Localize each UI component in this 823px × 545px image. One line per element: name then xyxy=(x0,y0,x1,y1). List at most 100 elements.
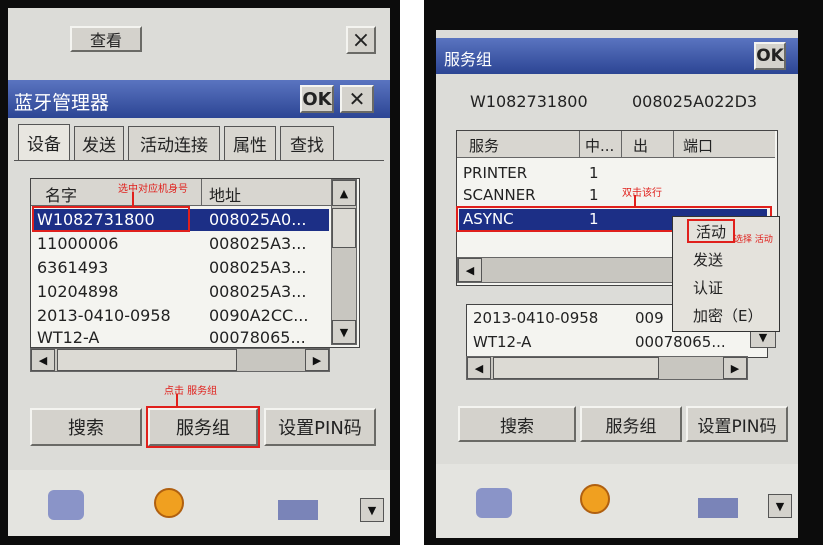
device-address: 00078065... xyxy=(209,328,306,347)
scroll-thumb[interactable] xyxy=(493,357,659,379)
menu-item-send[interactable]: 发送 xyxy=(693,249,723,270)
device-name: WT12-A xyxy=(473,333,532,351)
tab-send[interactable]: 发送 xyxy=(74,126,124,160)
arrow-left-icon: ◀ xyxy=(465,263,475,277)
arrow-down-icon: ▼ xyxy=(367,503,377,517)
app-icon[interactable] xyxy=(476,488,512,518)
column-divider xyxy=(579,131,580,157)
scroll-right-button[interactable]: ▶ xyxy=(305,349,329,371)
scroll-left-button[interactable]: ◀ xyxy=(467,357,491,379)
menu-item-encrypt[interactable]: 加密（E） xyxy=(693,305,762,326)
column-port: 端口 xyxy=(683,137,714,155)
column-name: 名字 xyxy=(45,186,78,205)
device-address: 0090A2CC... xyxy=(209,306,309,325)
column-service: 服务 xyxy=(469,137,500,155)
right-device-screen: 服务组 OK W1082731800 008025A022D3 服务 中... … xyxy=(436,30,798,538)
table-row[interactable]: PRINTER 1 xyxy=(459,163,759,185)
service-name: SCANNER xyxy=(463,186,536,204)
arrow-right-icon: ▶ xyxy=(730,361,740,375)
ok-button-label: OK xyxy=(756,46,784,66)
horizontal-scrollbar[interactable]: ◀ ▶ xyxy=(30,348,330,372)
service-group-highlight xyxy=(146,406,260,448)
search-button-label: 搜索 xyxy=(500,416,534,437)
menu-item-activate[interactable]: 活动 xyxy=(687,219,735,243)
horizontal-scrollbar[interactable]: ◀ ▶ xyxy=(466,356,748,380)
tab-properties[interactable]: 属性 xyxy=(224,126,276,160)
window-title: 蓝牙管理器 xyxy=(14,92,110,114)
left-device-screen: 查看 × 蓝牙管理器 OK ✕ 设备 发送 活动连接 属性 查找 名字 地址 W… xyxy=(8,8,390,536)
vertical-scrollbar[interactable]: ▲ ▼ xyxy=(331,179,357,345)
set-pin-button[interactable]: 设置PIN码 xyxy=(264,408,376,446)
double-click-annotation: 双击该行 xyxy=(622,188,662,199)
table-row[interactable]: SCANNER 1 xyxy=(459,185,759,207)
search-button[interactable]: 搜索 xyxy=(30,408,142,446)
column-divider xyxy=(621,131,622,157)
arrow-down-icon: ▼ xyxy=(339,325,349,339)
keyboard-icon[interactable] xyxy=(278,500,318,520)
device-name-label: W1082731800 xyxy=(470,92,588,111)
tab-label: 活动连接 xyxy=(140,136,208,156)
scroll-down-button[interactable]: ▼ xyxy=(768,494,792,518)
scroll-right-button[interactable]: ▶ xyxy=(723,357,747,379)
tab-label: 发送 xyxy=(82,136,116,156)
dialog-close-button[interactable]: ✕ xyxy=(340,85,374,113)
list-item[interactable]: 11000006 008025A3... xyxy=(33,233,329,255)
keyboard-icon[interactable] xyxy=(698,498,738,518)
device-name: 10204898 xyxy=(37,282,119,301)
tab-active-connections[interactable]: 活动连接 xyxy=(128,126,220,160)
horizontal-scrollbar[interactable]: ◀ xyxy=(457,257,687,283)
arrow-left-icon: ◀ xyxy=(38,353,48,367)
click-service-annotation: 点击 服务组 xyxy=(164,386,218,397)
scroll-left-button[interactable]: ◀ xyxy=(31,349,55,371)
column-divider xyxy=(673,131,674,157)
device-list[interactable]: 名字 地址 W1082731800 008025A0... 11000006 0… xyxy=(30,178,360,348)
list-item[interactable]: 2013-0410-0958 0090A2CC... xyxy=(33,305,329,327)
device-name: WT12-A xyxy=(37,328,100,347)
tab-find[interactable]: 查找 xyxy=(280,126,334,160)
scroll-thumb[interactable] xyxy=(57,349,237,371)
tab-label: 查找 xyxy=(290,136,324,156)
close-x-button[interactable]: × xyxy=(346,26,376,54)
service-in: 1 xyxy=(589,164,599,182)
set-pin-button[interactable]: 设置PIN码 xyxy=(686,406,788,442)
device-address-label: 008025A022D3 xyxy=(632,92,758,111)
ok-button[interactable]: OK xyxy=(754,42,786,70)
arrow-up-icon: ▲ xyxy=(339,186,349,200)
menu-item-authenticate[interactable]: 认证 xyxy=(693,277,723,298)
ok-button[interactable]: OK xyxy=(300,85,334,113)
arrow-down-icon: ▼ xyxy=(758,330,768,344)
device-address: 008025A3... xyxy=(209,282,307,301)
device-name: 11000006 xyxy=(37,234,119,253)
column-in: 中... xyxy=(585,137,615,155)
service-group-button[interactable]: 服务组 xyxy=(580,406,682,442)
service-in: 1 xyxy=(589,186,599,204)
selected-device-highlight xyxy=(32,206,190,232)
bluetooth-manager-titlebar: 蓝牙管理器 OK ✕ xyxy=(8,80,390,118)
device-address: 008025A3... xyxy=(209,258,307,277)
device-address: 008025A3... xyxy=(209,234,307,253)
scroll-up-button[interactable]: ▲ xyxy=(332,180,356,206)
star-icon[interactable] xyxy=(580,484,610,514)
left-photo-panel: 查看 × 蓝牙管理器 OK ✕ 设备 发送 活动连接 属性 查找 名字 地址 W… xyxy=(0,0,400,545)
tab-devices[interactable]: 设备 xyxy=(18,124,70,160)
scroll-down-button[interactable]: ▼ xyxy=(332,320,356,344)
list-item[interactable]: 10204898 008025A3... xyxy=(33,281,329,303)
service-group-titlebar: 服务组 OK xyxy=(436,38,798,74)
device-name: 2013-0410-0958 xyxy=(473,309,599,327)
app-icon[interactable] xyxy=(48,490,84,520)
list-item[interactable]: 6361493 008025A3... xyxy=(33,257,329,279)
star-icon[interactable] xyxy=(154,488,184,518)
device-address: 009 xyxy=(635,309,664,327)
scroll-left-button[interactable]: ◀ xyxy=(458,258,482,282)
tab-label: 设备 xyxy=(27,135,61,155)
list-item[interactable]: WT12-A 00078065... xyxy=(33,327,329,347)
view-button[interactable]: 查看 xyxy=(70,26,142,52)
scroll-thumb[interactable] xyxy=(332,208,356,248)
close-icon: ✕ xyxy=(348,87,366,111)
set-pin-button-label: 设置PIN码 xyxy=(697,416,777,437)
list-header: 服务 中... 出 端口 xyxy=(457,131,775,158)
service-group-button-label: 服务组 xyxy=(605,416,657,437)
scroll-down-button[interactable]: ▼ xyxy=(360,498,384,522)
search-button[interactable]: 搜索 xyxy=(458,406,576,442)
device-name: 6361493 xyxy=(37,258,109,277)
